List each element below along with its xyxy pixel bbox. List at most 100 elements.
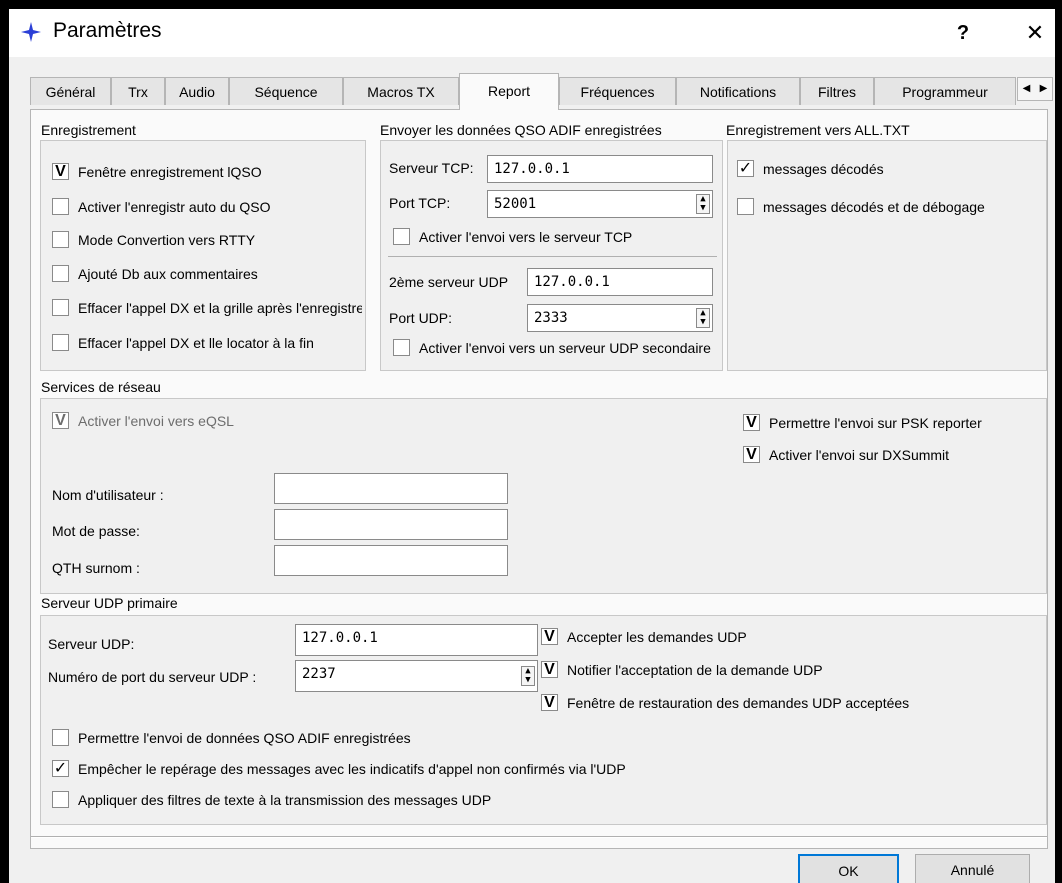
checkbox-label: Appliquer des filtres de texte à la tran… (78, 791, 492, 808)
logging-option-auto-log[interactable]: Activer l'enregistr auto du QSO (52, 198, 362, 215)
checkbox-label: Permettre l'envoi de données QSO ADIF en… (78, 729, 411, 746)
logging-option-clear-dx-locator[interactable]: Effacer l'appel DX et lle locator à la f… (52, 334, 362, 351)
checkbox-label: Ajouté Db aux commentaires (78, 265, 258, 282)
restore-window-option[interactable]: V Fenêtre de restauration des demandes U… (541, 694, 1041, 711)
checkbox[interactable] (393, 339, 410, 356)
checkbox-label: messages décodés (763, 160, 884, 177)
tab-scroll-buttons: ◀ ▶ (1017, 77, 1053, 101)
udp2-port-spinbox[interactable]: 2333 ▲ ▼ (527, 304, 713, 332)
checkbox-label: Accepter les demandes UDP (567, 628, 747, 645)
checkbox-label: Permettre l'envoi sur PSK reporter (769, 414, 982, 431)
checkbox-label: Effacer l'appel DX et lle locator à la f… (78, 334, 314, 351)
udp-server-label: Serveur UDP: (48, 636, 135, 652)
checkbox[interactable] (393, 228, 410, 245)
checkbox[interactable] (52, 729, 69, 746)
checkbox-label: Mode Convertion vers RTTY (78, 231, 256, 248)
prevent-unconfirmed-option[interactable]: ✓ Empêcher le repérage des messages avec… (52, 760, 952, 777)
logging-option-db-comments[interactable]: Ajouté Db aux commentaires (52, 265, 362, 282)
checkbox[interactable] (52, 265, 69, 282)
alltxt-group-title: Enregistrement vers ALL.TXT (726, 122, 910, 138)
checkbox[interactable]: V (541, 661, 558, 678)
psk-reporter-option[interactable]: V Permettre l'envoi sur PSK reporter (743, 414, 1043, 431)
udp-port-spinbox[interactable]: 2237 ▲ ▼ (295, 660, 538, 692)
cancel-button[interactable]: Annulé (915, 854, 1030, 883)
tcp-server-label: Serveur TCP: (389, 160, 474, 176)
checkbox[interactable]: V (743, 446, 760, 463)
checkbox[interactable]: V (743, 414, 760, 431)
tab-scroll-left-icon[interactable]: ◀ (1018, 78, 1035, 100)
checkbox[interactable]: V (52, 412, 69, 429)
checkbox-label: Activer l'envoi sur DXSummit (769, 446, 950, 463)
udp2-server-label: 2ème serveur UDP (389, 274, 509, 290)
checkbox-label: Activer l'enregistr auto du QSO (78, 198, 271, 215)
tab-notifications[interactable]: Notifications (676, 77, 800, 105)
tab-frequences[interactable]: Fréquences (559, 77, 676, 105)
checkbox[interactable] (52, 299, 69, 316)
alltxt-decoded-option[interactable]: ✓ messages décodés (737, 160, 1043, 177)
checkbox[interactable]: ✓ (52, 760, 69, 777)
bottom-separator (31, 836, 1047, 838)
tcp-port-spinbox[interactable]: 52001 ▲ ▼ (487, 190, 713, 218)
tab-trx[interactable]: Trx (111, 77, 165, 105)
checkbox[interactable]: V (541, 694, 558, 711)
alltxt-debug-option[interactable]: messages décodés et de débogage (737, 198, 1043, 215)
spin-arrows-icon[interactable]: ▲ ▼ (521, 666, 535, 686)
logging-option-rtty[interactable]: Mode Convertion vers RTTY (52, 231, 362, 248)
checkbox[interactable] (737, 198, 754, 215)
tab-report[interactable]: Report (459, 73, 559, 110)
udp2-enable-option[interactable]: Activer l'envoi vers un serveur UDP seco… (393, 339, 719, 356)
checkbox-label: Fenêtre de restauration des demandes UDP… (567, 694, 910, 711)
tcp-enable-option[interactable]: Activer l'envoi vers le serveur TCP (393, 228, 719, 245)
checkbox-label: Fenêtre enregistrement lQSO (78, 163, 262, 180)
eqsl-option[interactable]: V Activer l'envoi vers eQSL (52, 412, 352, 429)
checkbox[interactable] (52, 791, 69, 808)
username-label: Nom d'utilisateur : (52, 487, 164, 503)
checkbox-label: messages décodés et de débogage (763, 198, 985, 215)
udp-primary-group-title: Serveur UDP primaire (41, 595, 178, 611)
udp-port-value: 2237 (302, 666, 336, 682)
tcp-server-input[interactable]: 127.0.0.1 (487, 155, 713, 183)
udp2-port-label: Port UDP: (389, 310, 453, 326)
tab-sequence[interactable]: Séquence (229, 77, 343, 105)
tab-programmeur[interactable]: Programmeur (874, 77, 1016, 105)
app-star-icon (21, 22, 41, 42)
username-input[interactable] (274, 473, 508, 504)
logging-option-clear-dx-grid[interactable]: Effacer l'appel DX et la grille après l'… (52, 299, 362, 316)
checkbox[interactable]: V (541, 628, 558, 645)
tab-bar: Général Trx Audio Séquence Macros TX Rep… (9, 73, 1055, 110)
checkbox[interactable] (52, 334, 69, 351)
accept-udp-option[interactable]: V Accepter les demandes UDP (541, 628, 1041, 645)
checkbox-label: Empêcher le repérage des messages avec l… (78, 760, 626, 777)
checkbox[interactable] (52, 198, 69, 215)
tab-general[interactable]: Général (30, 77, 111, 105)
tab-macros-tx[interactable]: Macros TX (343, 77, 459, 105)
logging-option-qso-window[interactable]: V Fenêtre enregistrement lQSO (52, 163, 362, 180)
dxsummit-option[interactable]: V Activer l'envoi sur DXSummit (743, 446, 1043, 463)
window-title: Paramètres (53, 19, 162, 42)
checkbox-label: Activer l'envoi vers un serveur UDP seco… (419, 339, 711, 356)
tab-audio[interactable]: Audio (165, 77, 229, 105)
tab-filtres[interactable]: Filtres (800, 77, 874, 105)
allow-adif-option[interactable]: Permettre l'envoi de données QSO ADIF en… (52, 729, 952, 746)
ok-button[interactable]: OK (798, 854, 899, 883)
checkbox[interactable] (52, 231, 69, 248)
password-label: Mot de passe: (52, 523, 140, 539)
text-filters-option[interactable]: Appliquer des filtres de texte à la tran… (52, 791, 952, 808)
network-group-title: Services de réseau (41, 379, 161, 395)
close-button[interactable]: ✕ (1019, 17, 1051, 49)
udp2-port-value: 2333 (534, 310, 568, 326)
qth-input[interactable] (274, 545, 508, 576)
title-bar: Paramètres ? ✕ (9, 9, 1055, 57)
password-input[interactable] (274, 509, 508, 540)
adif-divider (388, 256, 717, 257)
spin-arrows-icon[interactable]: ▲ ▼ (696, 308, 710, 328)
spin-arrows-icon[interactable]: ▲ ▼ (696, 194, 710, 214)
notify-udp-option[interactable]: V Notifier l'acceptation de la demande U… (541, 661, 1041, 678)
tab-scroll-right-icon[interactable]: ▶ (1035, 78, 1052, 100)
udp2-server-input[interactable]: 127.0.0.1 (527, 268, 713, 296)
udp-port-label: Numéro de port du serveur UDP : (48, 669, 257, 685)
checkbox[interactable]: ✓ (737, 160, 754, 177)
help-button[interactable]: ? (947, 17, 979, 49)
udp-server-input[interactable]: 127.0.0.1 (295, 624, 538, 656)
checkbox[interactable]: V (52, 163, 69, 180)
